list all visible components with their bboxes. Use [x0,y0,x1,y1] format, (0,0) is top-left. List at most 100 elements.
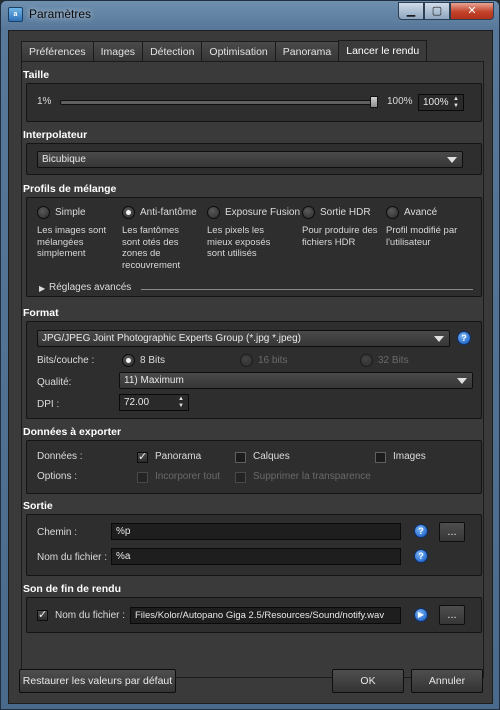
quality-label: Qualité: [37,377,72,388]
blend-radio-simple[interactable] [37,206,50,219]
bits-label-16[interactable]: 16 bits [258,355,287,366]
size-value: 100% [423,97,449,108]
sound-enable-check[interactable]: ✓ [37,610,48,621]
expand-arrow-icon[interactable]: ▶ [39,284,45,293]
dpi-value: 72.00 [124,397,150,408]
filename-help-icon[interactable]: ? [414,549,428,563]
dpi-label: DPI : [37,399,60,410]
output-path-value: %p [116,526,131,537]
advanced-divider [141,289,473,290]
bits-radio-16[interactable] [240,354,253,367]
export-label-layers[interactable]: Calques [253,451,290,462]
interpolator-section-title: Interpolateur [23,129,88,141]
blend-radio-exposure-fusion[interactable] [207,206,220,219]
bits-radio-8[interactable] [122,354,135,367]
format-value: JPG/JPEG Joint Photographic Experts Grou… [42,333,302,344]
export-group: Données : ✓ Panorama Calques Images Opti… [26,440,482,494]
advanced-settings-toggle[interactable]: Réglages avancés [49,282,131,293]
client-area: Préférences Images Détection Optimisatio… [8,30,493,704]
tab-optimisation[interactable]: Optimisation [201,41,276,62]
blend-desc-advanced: Profil modifié par l'utilisateur [386,225,458,248]
blend-radio-advanced[interactable] [386,206,399,219]
size-min-label: 1% [37,96,52,107]
size-group: 1% 100% 100% ▲ ▼ [26,83,482,122]
size-section-title: Taille [23,69,50,81]
size-spinbox[interactable]: 100% ▲ ▼ [418,94,464,111]
tab-render[interactable]: Lancer le rendu [338,40,428,62]
export-options-label: Options : [37,471,78,482]
sound-filename-input[interactable]: Files/Kolor/Autopano Giga 2.5/Resources/… [130,607,401,624]
bits-label: Bits/couche : [37,355,95,366]
title-bar[interactable]: a Paramètres ▁ ▢ ✕ [1,1,500,29]
chevron-down-icon [457,378,467,384]
quality-value: 11) Maximum [124,375,184,386]
app-icon: a [8,7,23,22]
bits-label-8[interactable]: 8 Bits [140,355,165,366]
output-path-input[interactable]: %p [111,523,401,540]
output-filename-label: Nom du fichier : [37,552,108,563]
interpolator-group: Bicubique [26,143,482,175]
format-select[interactable]: JPG/JPEG Joint Photographic Experts Grou… [37,330,450,347]
option-check-embed-all[interactable] [137,472,148,483]
size-slider-track[interactable] [60,100,378,105]
blend-desc-simple: Les images sont mélangées simplement [37,225,107,259]
tab-detection[interactable]: Détection [142,41,203,62]
close-icon: ✕ [467,5,477,17]
blend-group: Simple Les images sont mélangées simplem… [26,197,482,297]
cancel-button[interactable]: Annuler [411,669,483,693]
chevron-down-icon [447,157,457,163]
blend-radio-antighost[interactable] [122,206,135,219]
window-title: Paramètres [29,7,92,21]
blend-label-advanced[interactable]: Avancé [404,207,437,218]
interpolator-value: Bicubique [42,154,86,165]
blend-desc-antighost: Les fantômes sont otés des zones de reco… [122,225,181,271]
quality-select[interactable]: 11) Maximum [119,372,473,389]
option-label-remove-transparency[interactable]: Supprimer la transparence [253,471,371,482]
export-check-images[interactable] [375,452,386,463]
tab-panorama[interactable]: Panorama [274,41,340,62]
blend-label-simple[interactable]: Simple [55,207,86,218]
play-icon[interactable]: ▶ [414,608,428,622]
minimize-icon: ▁ [406,5,416,17]
output-section-title: Sortie [23,500,53,512]
tab-preferences[interactable]: Préférences [21,41,94,62]
path-help-icon[interactable]: ? [414,524,428,538]
export-check-layers[interactable] [235,452,246,463]
minimize-button[interactable]: ▁ [398,2,424,20]
sound-browse-button[interactable]: ... [439,605,465,625]
dpi-spinbox[interactable]: 72.00 ▲ ▼ [119,394,189,411]
size-slider-handle[interactable] [370,96,378,108]
format-group: JPG/JPEG Joint Photographic Experts Grou… [26,321,482,419]
output-group: Chemin : %p ? ... Nom du fichier : %a ? [26,514,482,576]
export-label-images[interactable]: Images [393,451,426,462]
export-check-panorama[interactable]: ✓ [137,452,148,463]
blend-section-title: Profils de mélange [23,183,117,195]
spinner-icon[interactable]: ▲ ▼ [176,396,186,409]
maximize-button[interactable]: ▢ [424,2,450,20]
tab-images[interactable]: Images [92,41,144,62]
sound-group: ✓ Nom du fichier : Files/Kolor/Autopano … [26,597,482,633]
export-section-title: Données à exporter [23,426,122,438]
settings-window: a Paramètres ▁ ▢ ✕ Préférences Images Dé… [0,0,500,710]
bits-radio-32[interactable] [360,354,373,367]
blend-label-exposure-fusion[interactable]: Exposure Fusion [225,207,300,218]
output-filename-input[interactable]: %a [111,548,401,565]
option-check-remove-transparency[interactable] [235,472,246,483]
blend-radio-hdr[interactable] [302,206,315,219]
path-browse-button[interactable]: ... [439,522,465,542]
output-filename-value: %a [116,551,131,562]
ok-button[interactable]: OK [332,669,404,693]
format-help-icon[interactable]: ? [457,331,471,345]
option-label-embed-all[interactable]: Incorporer tout [155,471,220,482]
blend-desc-hdr: Pour produire des fichiers HDR [302,225,378,248]
export-data-label: Données : [37,451,83,462]
bits-label-32[interactable]: 32 Bits [378,355,409,366]
spinner-icon[interactable]: ▲ ▼ [451,96,461,109]
close-button[interactable]: ✕ [450,2,494,20]
maximize-icon: ▢ [431,5,443,17]
restore-defaults-button[interactable]: Restaurer les valeurs par défaut [19,669,176,693]
blend-label-hdr[interactable]: Sortie HDR [320,207,371,218]
blend-label-antighost[interactable]: Anti-fantôme [140,207,197,218]
export-label-panorama[interactable]: Panorama [155,451,201,462]
interpolator-select[interactable]: Bicubique [37,151,463,168]
